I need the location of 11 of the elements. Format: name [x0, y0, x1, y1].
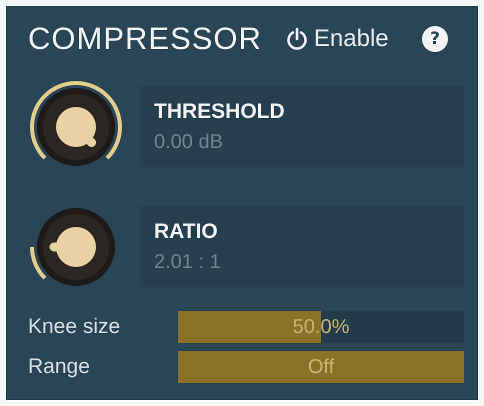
slider-label: Range — [28, 354, 91, 380]
slider-label: Knee size — [28, 314, 122, 340]
power-icon — [286, 27, 308, 52]
parameter-label: RATIO — [154, 218, 219, 245]
parameter-value: 0.00 dB — [154, 130, 224, 156]
enable-button[interactable]: Enable — [286, 21, 389, 58]
plugin-title: COMPRESSOR — [28, 20, 262, 58]
help-button[interactable]: ? — [422, 26, 448, 52]
slider-value: Off — [308, 354, 334, 380]
parameter-label: THRESHOLD — [154, 98, 286, 125]
parameter-value: 2.01 : 1 — [154, 250, 222, 276]
